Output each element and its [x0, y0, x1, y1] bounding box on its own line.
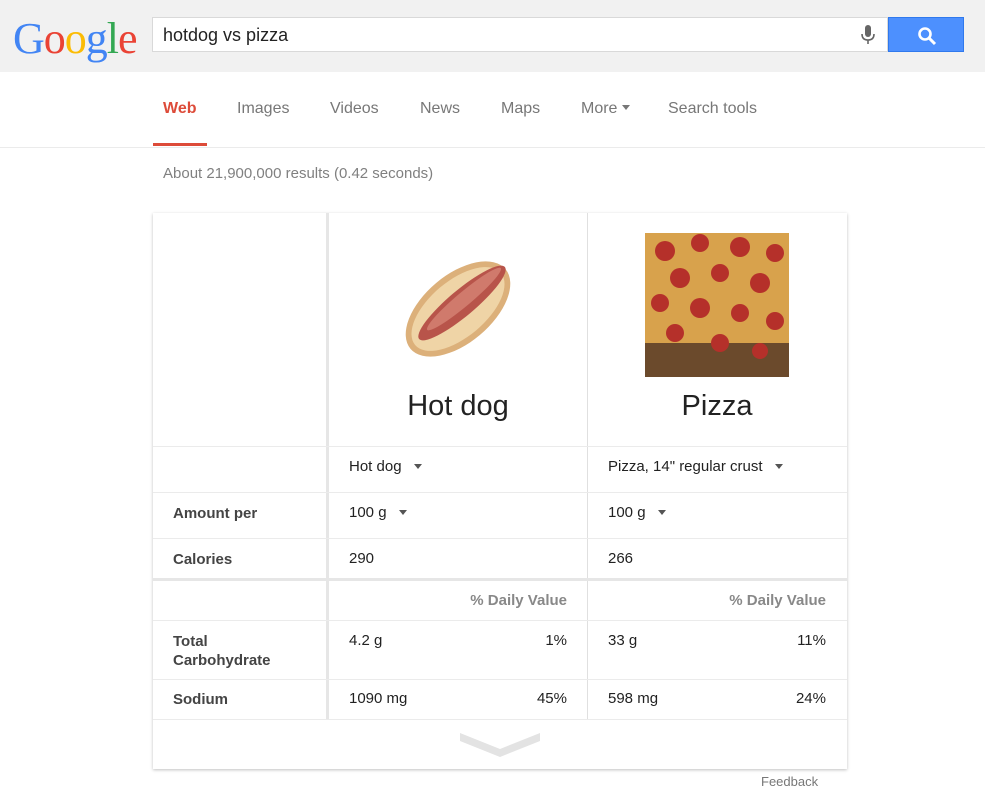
calories-hot-dog: 290 [349, 550, 375, 567]
sodium-pizza: 598 mg [608, 690, 659, 707]
column-divider [587, 213, 588, 719]
food-name-pizza: Pizza [681, 390, 753, 422]
tab-news[interactable]: News [420, 100, 460, 118]
active-tab-indicator [153, 143, 207, 146]
microphone-icon[interactable] [857, 24, 879, 46]
tab-web[interactable]: Web [163, 100, 196, 118]
result-stats: About 21,900,000 results (0.42 seconds) [163, 165, 434, 182]
food-name-hot-dog: Hot dog [407, 390, 509, 422]
tab-videos[interactable]: Videos [330, 100, 379, 118]
variant-label: Pizza, 14" regular crust [608, 458, 763, 475]
row-label-calories: Calories [173, 551, 233, 568]
logo-letter: e [118, 14, 138, 63]
tab-search-tools[interactable]: Search tools [668, 100, 757, 118]
logo-letter: o [43, 14, 66, 63]
row-divider [153, 620, 847, 621]
row-divider [153, 446, 847, 447]
nav-tabs: Web Images Videos News Maps More Search … [0, 72, 985, 148]
feedback-link[interactable]: Feedback [761, 774, 818, 789]
row-label-carbohydrate: Total Carbohydrate [173, 633, 271, 669]
amount-label: 100 g [349, 504, 387, 521]
caret-down-icon [622, 105, 631, 110]
carbs-hot-dog: 4.2 g [349, 632, 383, 649]
section-divider [153, 578, 847, 581]
tab-more[interactable]: More [581, 100, 631, 118]
caret-down-icon [398, 510, 407, 515]
variant-select-pizza[interactable]: Pizza, 14" regular crust [608, 458, 783, 475]
carbs-dv-hot-dog: 1% [545, 632, 567, 649]
column-divider [326, 213, 329, 719]
calories-pizza: 266 [608, 550, 634, 567]
row-divider [153, 679, 847, 680]
hot-dog-image [400, 247, 520, 362]
expand-button[interactable] [458, 729, 542, 761]
row-divider [153, 719, 847, 720]
logo-letter: G [13, 14, 45, 63]
row-label-amount-per: Amount per [173, 505, 258, 522]
logo-letter: o [64, 14, 87, 63]
row-divider [153, 492, 847, 493]
caret-down-icon [413, 464, 422, 469]
google-logo[interactable]: Google [13, 14, 138, 64]
variant-label: Hot dog [349, 458, 402, 475]
amount-label: 100 g [608, 504, 646, 521]
amount-select-hot-dog[interactable]: 100 g [349, 504, 407, 521]
logo-letter: g [85, 14, 108, 63]
carbs-pizza: 33 g [608, 632, 638, 649]
tab-maps[interactable]: Maps [501, 100, 540, 118]
search-input[interactable] [163, 23, 853, 47]
tab-images[interactable]: Images [237, 100, 289, 118]
sodium-dv-hot-dog: 45% [536, 690, 567, 707]
search-box [152, 17, 888, 52]
daily-value-header: % Daily Value [470, 592, 567, 609]
row-label-sodium: Sodium [173, 691, 228, 708]
magnifier-icon [918, 27, 937, 46]
daily-value-header: % Daily Value [729, 592, 826, 609]
pizza-image [645, 233, 789, 377]
sodium-hot-dog: 1090 mg [349, 690, 408, 707]
row-divider [153, 538, 847, 539]
chevron-down-icon [460, 733, 540, 757]
nutrition-comparison-card: Hot dog Pizza Hot dog Pizza, 14" regular… [153, 213, 847, 769]
tab-more-label: More [581, 100, 618, 117]
amount-select-pizza[interactable]: 100 g [608, 504, 666, 521]
variant-select-hot-dog[interactable]: Hot dog [349, 458, 422, 475]
caret-down-icon [774, 464, 783, 469]
caret-down-icon [657, 510, 666, 515]
search-button[interactable] [888, 17, 964, 52]
sodium-dv-pizza: 24% [795, 690, 826, 707]
logo-letter: l [106, 14, 119, 63]
carbs-dv-pizza: 11% [797, 632, 826, 649]
